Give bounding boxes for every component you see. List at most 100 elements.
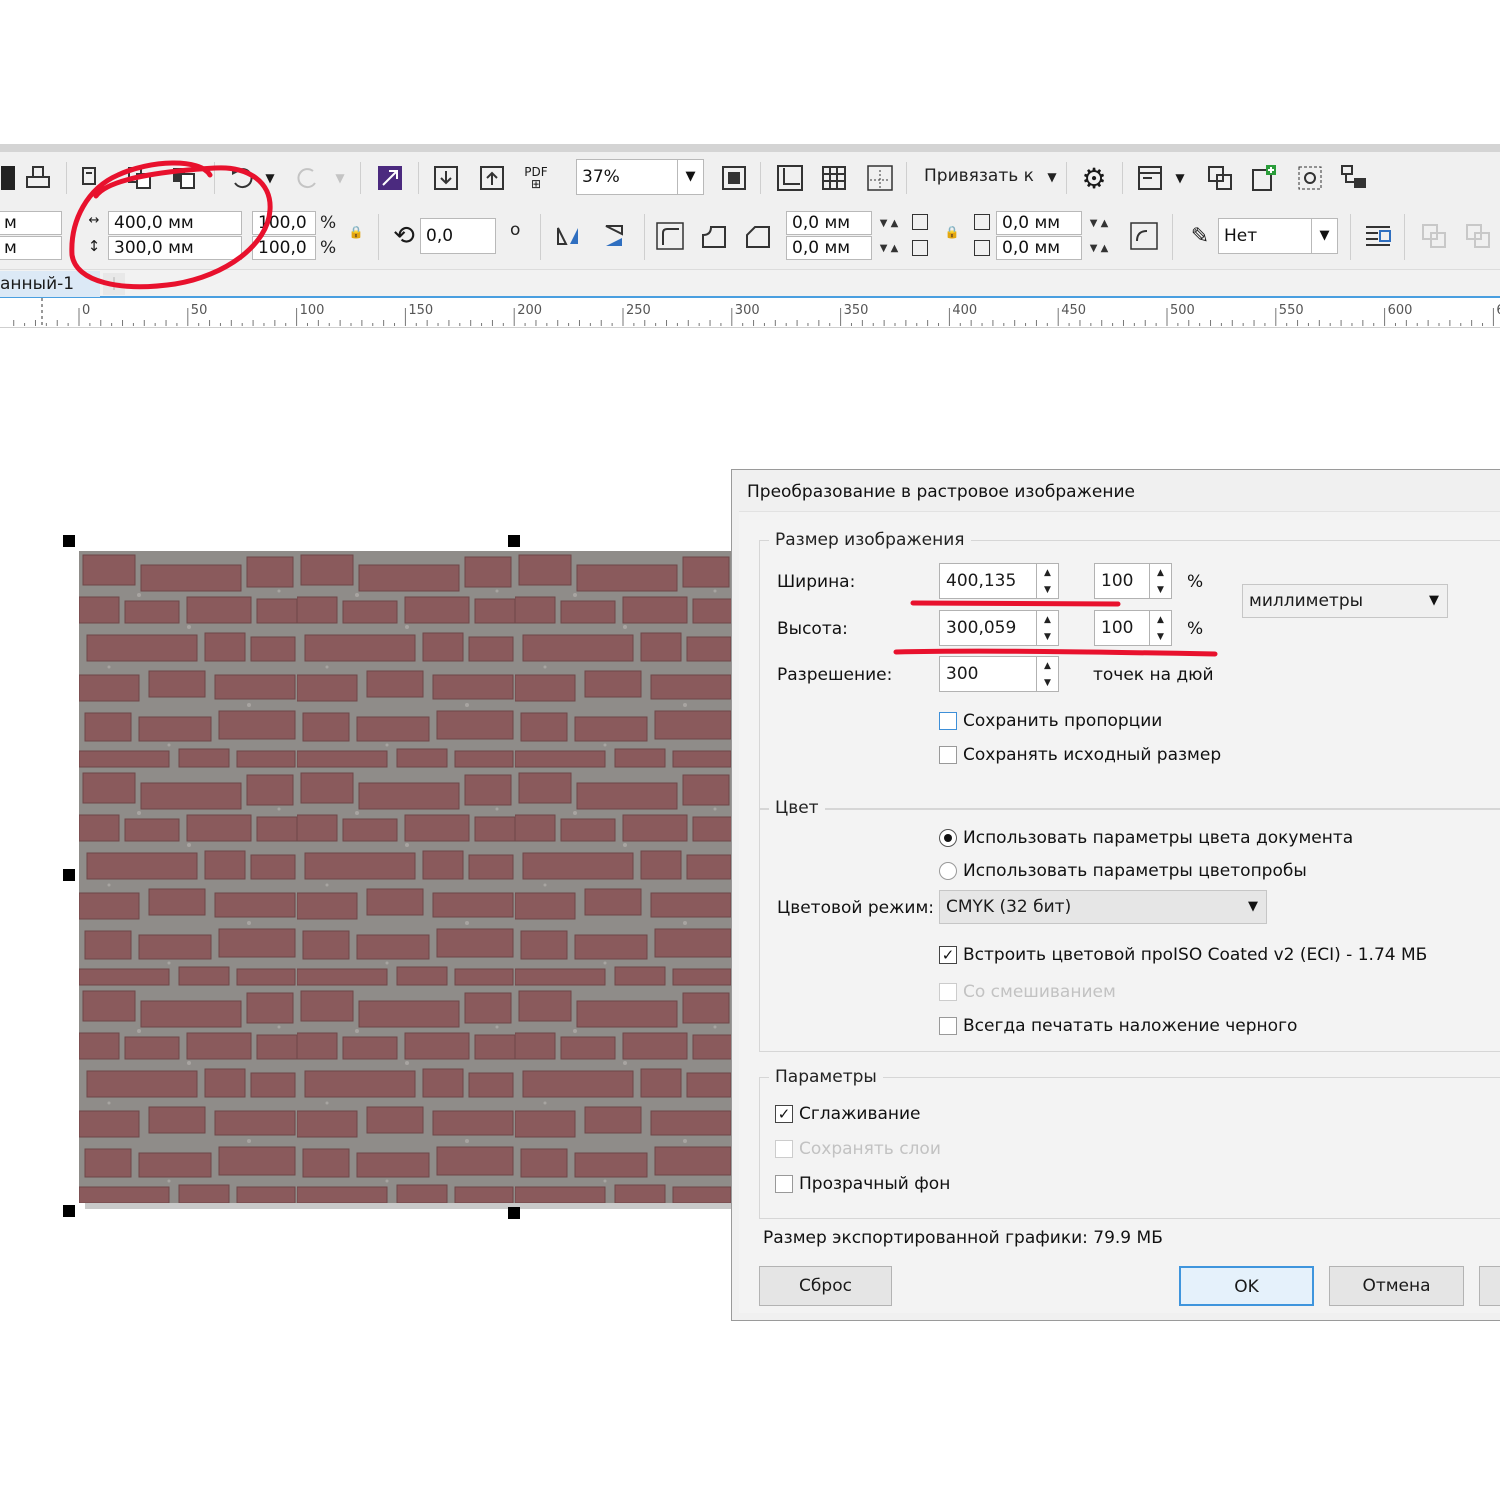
- brick-wall-image[interactable]: [79, 551, 731, 1203]
- redo-icon[interactable]: [292, 162, 324, 194]
- overprint-black-checkbox[interactable]: [939, 1017, 957, 1035]
- ruler-label: 400: [952, 303, 977, 318]
- chevron-down-icon[interactable]: ▼: [677, 160, 703, 194]
- width-input[interactable]: 400,135: [939, 563, 1037, 599]
- scalloped-corner-icon[interactable]: [698, 220, 730, 252]
- publish-pdf-icon[interactable]: PDF ⊞: [520, 162, 552, 194]
- chamfered-corner-icon[interactable]: [742, 220, 774, 252]
- spin-arrows-icon[interactable]: ▼ ▲: [872, 212, 906, 234]
- reset-button[interactable]: Сброс: [759, 1266, 892, 1306]
- percent-label: %: [320, 213, 337, 233]
- relative-corner-scaling-icon[interactable]: [1128, 220, 1160, 252]
- embed-profile-checkbox[interactable]: ✓: [939, 946, 957, 964]
- undo-dropdown-icon[interactable]: ▼: [254, 162, 286, 194]
- selection-handle-top-left[interactable]: [63, 535, 75, 547]
- object-width-field[interactable]: 400,0 мм: [108, 211, 242, 235]
- corner-radius-bottom-right[interactable]: 0,0 мм: [996, 236, 1082, 260]
- gear-icon[interactable]: ⚙: [1078, 162, 1110, 195]
- position-x-field[interactable]: м: [0, 211, 62, 235]
- export-icon[interactable]: [476, 162, 508, 194]
- corner-radius-bottom-left[interactable]: 0,0 мм: [786, 236, 872, 260]
- standard-toolbar: ▼ ▼ PDF ⊞ 37% ▼ Привязать к ▼ ⚙ ▼: [0, 152, 1500, 204]
- zoom-value: 37%: [582, 167, 620, 187]
- units-combo[interactable]: миллиметры ▼: [1242, 584, 1448, 618]
- scale-height-field[interactable]: 100,0: [252, 236, 316, 260]
- selection-handle-top[interactable]: [508, 535, 520, 547]
- redo-dropdown-icon[interactable]: ▼: [324, 162, 356, 194]
- launch-icon[interactable]: [1134, 162, 1166, 194]
- scale-width-field[interactable]: 100,0: [252, 211, 316, 235]
- print-icon[interactable]: [22, 162, 54, 194]
- chevron-down-icon[interactable]: ▼: [1311, 219, 1337, 253]
- keep-proportions-checkbox[interactable]: [939, 712, 957, 730]
- use-proof-color-radio[interactable]: [939, 862, 957, 880]
- rotation-angle-field[interactable]: 0,0: [420, 218, 496, 254]
- text-wrap-icon[interactable]: [1362, 220, 1394, 252]
- height-percent-spinner[interactable]: ▲ ▼: [1150, 610, 1172, 646]
- image-size-group-title: Размер изображения: [769, 530, 971, 550]
- to-front-icon[interactable]: [1418, 220, 1450, 252]
- width-percent-spinner[interactable]: ▲ ▼: [1150, 563, 1172, 599]
- height-percent-input[interactable]: 100: [1094, 610, 1150, 646]
- selection-handle-bottom[interactable]: [508, 1207, 520, 1219]
- document-tab[interactable]: анный-1: [0, 271, 100, 297]
- cut-icon[interactable]: [76, 162, 108, 194]
- transparent-bg-checkbox[interactable]: [775, 1175, 793, 1193]
- horizontal-ruler[interactable]: 0 50 100 150 200 250 300 350 400 450 500 550 600 650: [0, 298, 1500, 328]
- height-input[interactable]: 300,059: [939, 610, 1037, 646]
- new-page-icon[interactable]: [1248, 162, 1280, 194]
- use-proof-color-label: Использовать параметры цветопробы: [963, 861, 1307, 881]
- cancel-button[interactable]: Отмена: [1329, 1266, 1464, 1306]
- zoom-combo[interactable]: 37% ▼: [576, 159, 704, 195]
- antialiasing-checkbox[interactable]: ✓: [775, 1105, 793, 1123]
- coreldraw-icon[interactable]: [1294, 162, 1326, 194]
- corel-connect-icon[interactable]: [1338, 162, 1370, 194]
- use-document-color-radio[interactable]: [939, 829, 957, 847]
- spin-arrows-icon[interactable]: ▼ ▲: [1082, 237, 1116, 259]
- launch-dropdown-icon[interactable]: ▼: [1164, 162, 1196, 194]
- import-icon[interactable]: [430, 162, 462, 194]
- mirror-horizontal-icon[interactable]: [552, 220, 584, 252]
- save-icon[interactable]: [0, 162, 24, 194]
- guidelines-icon[interactable]: [864, 162, 896, 194]
- export-size-label: Размер экспортированной графики: 79.9 МБ: [763, 1228, 1163, 1248]
- grid-icon[interactable]: [818, 162, 850, 194]
- outline-width-combo[interactable]: Нет ▼: [1218, 218, 1338, 254]
- height-spinner[interactable]: ▲ ▼: [1037, 610, 1059, 646]
- to-back-icon[interactable]: [1462, 220, 1494, 252]
- corner-radius-top-right[interactable]: 0,0 мм: [996, 211, 1082, 235]
- color-mode-combo[interactable]: CMYK (32 бит) ▼: [939, 890, 1267, 924]
- spin-arrows-icon[interactable]: ▼ ▲: [872, 237, 906, 259]
- parameters-group-title: Параметры: [769, 1067, 883, 1087]
- width-percent-input[interactable]: 100: [1094, 563, 1150, 599]
- dithered-checkbox[interactable]: [939, 983, 957, 1001]
- keep-layers-checkbox[interactable]: [775, 1140, 793, 1158]
- copy-icon[interactable]: [124, 162, 156, 194]
- units-value: миллиметры: [1249, 591, 1364, 611]
- resolution-input[interactable]: 300: [939, 656, 1037, 692]
- spin-arrows-icon[interactable]: ▼ ▲: [1082, 212, 1116, 234]
- mirror-vertical-icon[interactable]: [598, 220, 630, 252]
- resolution-spinner[interactable]: ▲ ▼: [1037, 656, 1059, 692]
- selection-handle-left[interactable]: [63, 869, 75, 881]
- object-height-field[interactable]: 300,0 мм: [108, 236, 242, 260]
- help-button[interactable]: [1479, 1266, 1500, 1306]
- width-spinner[interactable]: ▲ ▼: [1037, 563, 1059, 599]
- rulers-icon[interactable]: [774, 162, 806, 194]
- keep-original-size-checkbox[interactable]: [939, 746, 957, 764]
- import-corel-icon[interactable]: [374, 162, 406, 194]
- lock-ratio-icon[interactable]: 🔒: [344, 220, 368, 244]
- selection-handle-bottom-left[interactable]: [63, 1205, 75, 1217]
- welcome-icon[interactable]: [1204, 162, 1236, 194]
- round-corner-icon[interactable]: [654, 220, 686, 252]
- dialog-title: Преобразование в растровое изображение: [747, 482, 1135, 502]
- position-y-field[interactable]: м: [0, 236, 62, 260]
- add-tab-button[interactable]: +: [103, 273, 125, 295]
- corner-radius-top-left[interactable]: 0,0 мм: [786, 211, 872, 235]
- full-screen-icon[interactable]: [718, 162, 750, 194]
- paste-icon[interactable]: [168, 162, 200, 194]
- lock-corners-icon[interactable]: 🔒: [940, 220, 964, 244]
- ok-button[interactable]: OK: [1179, 1266, 1314, 1306]
- outline-value: Нет: [1224, 226, 1258, 246]
- snap-to-button[interactable]: Привязать к ▼: [924, 166, 1057, 186]
